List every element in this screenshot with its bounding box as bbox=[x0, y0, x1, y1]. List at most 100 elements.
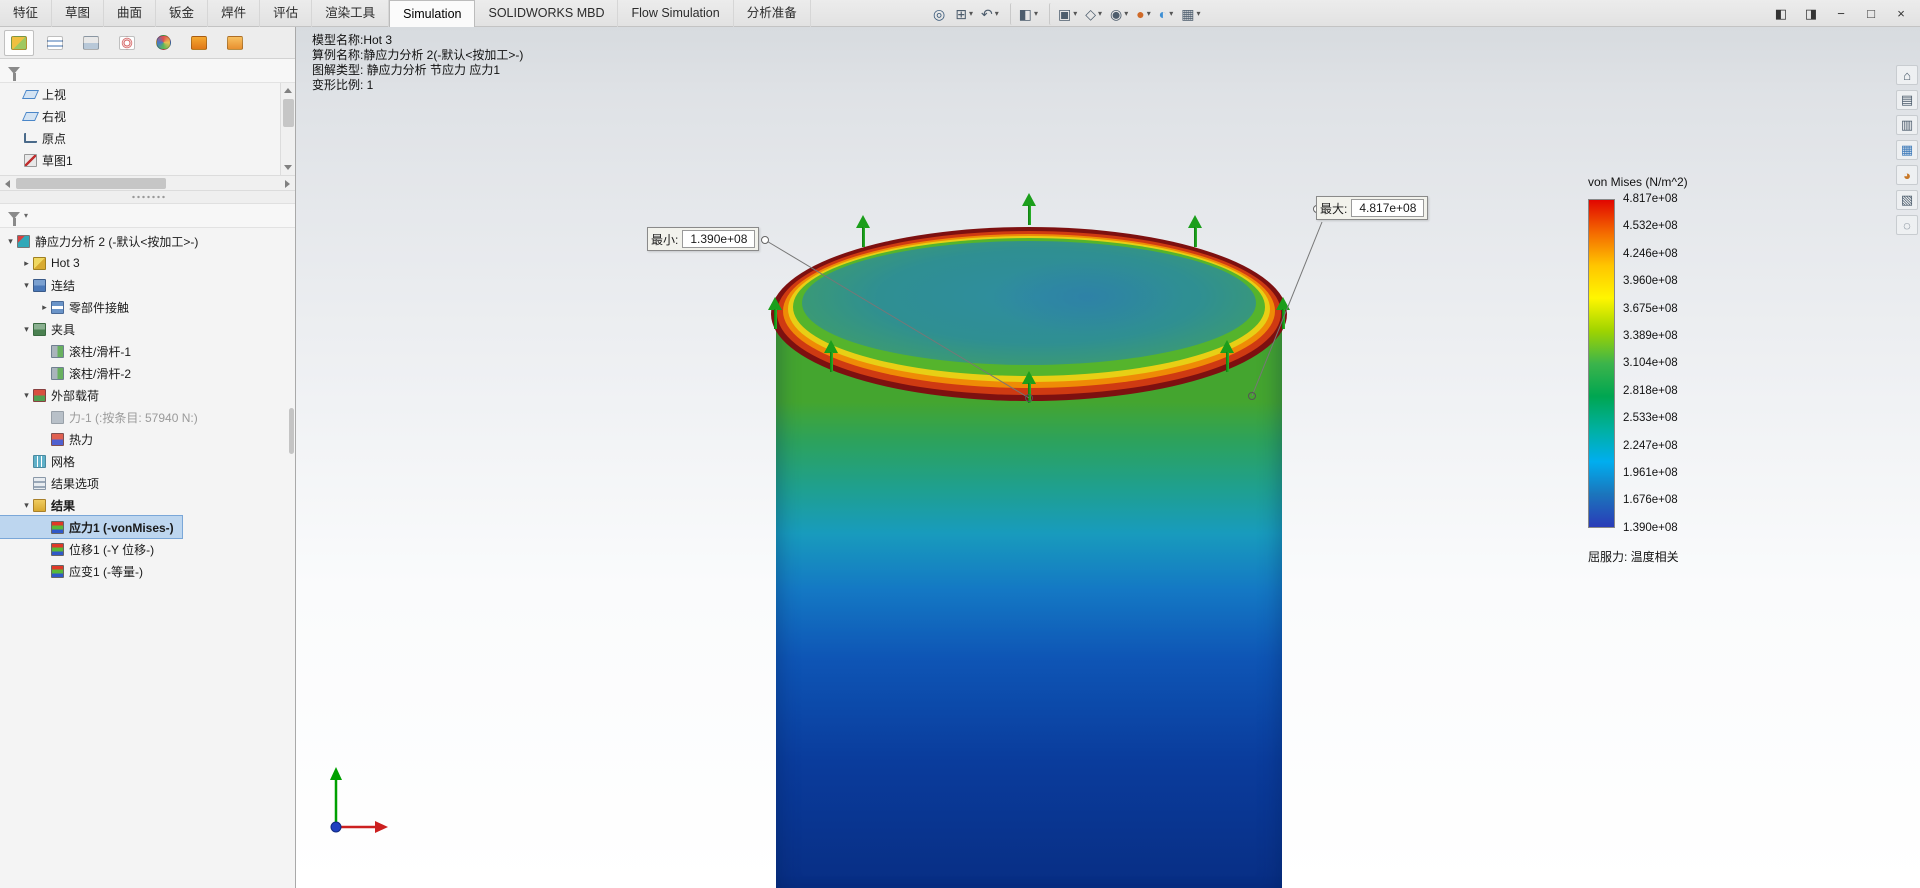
design-library-icon[interactable]: ▤ bbox=[1896, 90, 1918, 110]
menu-tab[interactable]: 曲面 bbox=[104, 0, 157, 27]
scroll-up-icon[interactable] bbox=[284, 88, 292, 93]
menu-tab-label: 评估 bbox=[273, 6, 299, 20]
tree-item[interactable]: ▾ 静应力分析 2 (-默认<按加工>-) bbox=[0, 230, 206, 252]
toolbar-button[interactable]: ◧ ▾ bbox=[1009, 2, 1041, 25]
dimxpertmanager-tab[interactable] bbox=[112, 30, 142, 56]
dropdown-caret-icon[interactable]: ▾ bbox=[995, 9, 999, 18]
tree-item[interactable]: ▾ 夹具 bbox=[0, 318, 83, 340]
tree-item[interactable]: 位移1 (-Y 位移-) bbox=[0, 538, 162, 560]
hscrollbar-thumb[interactable] bbox=[16, 178, 166, 189]
tree-item[interactable]: 力-1 (:按条目: 57940 N:) bbox=[0, 406, 206, 428]
load-arrow-icon bbox=[768, 297, 782, 329]
menu-tab[interactable]: Simulation bbox=[389, 0, 476, 27]
featuremanager-tab[interactable] bbox=[4, 29, 34, 56]
tree-item[interactable]: 滚柱/滑杆-1 bbox=[0, 340, 139, 362]
tree-item[interactable]: ▾ 结果 bbox=[0, 494, 83, 516]
menu-tab[interactable]: Flow Simulation bbox=[618, 0, 734, 27]
tree-item[interactable]: 网格 bbox=[0, 450, 83, 472]
tree-item[interactable]: 原点 bbox=[0, 127, 74, 149]
expand-collapse-icon[interactable]: ▾ bbox=[4, 236, 17, 247]
scroll-right-icon[interactable] bbox=[285, 180, 290, 188]
tree-item[interactable]: 应变1 (-等量-) bbox=[0, 560, 151, 582]
scrollbar-thumb[interactable] bbox=[283, 99, 294, 127]
expand-collapse-icon[interactable]: ▾ bbox=[20, 390, 33, 401]
expand-collapse-icon[interactable]: ▸ bbox=[20, 258, 33, 269]
scroll-left-icon[interactable] bbox=[5, 180, 10, 188]
dropdown-caret-icon[interactable]: ▾ bbox=[1147, 9, 1151, 18]
expand-collapse-icon[interactable]: ▾ bbox=[20, 280, 33, 291]
tree-item[interactable]: ▾ 连结 bbox=[0, 274, 83, 296]
study-tree-scrollbar-thumb[interactable] bbox=[289, 408, 294, 454]
dropdown-caret-icon[interactable]: ▾ bbox=[969, 9, 973, 18]
panel-splitter[interactable] bbox=[0, 191, 295, 204]
configurationmanager-tab[interactable] bbox=[76, 30, 106, 56]
tree-item[interactable]: 热力 bbox=[0, 428, 101, 450]
model-top-face[interactable] bbox=[802, 241, 1256, 365]
toolbar-button[interactable]: ◐ ▾ bbox=[1156, 3, 1176, 25]
task-pane-collapse-icon[interactable]: ◧ bbox=[1768, 3, 1794, 25]
toolbar-button[interactable]: ◉ ▾ bbox=[1107, 3, 1131, 25]
toolbar-button[interactable]: ▣ ▾ bbox=[1048, 2, 1080, 25]
feature-filter-row bbox=[0, 59, 295, 83]
study-filter-row: ▾ bbox=[0, 204, 295, 228]
tree-item[interactable]: 结果选项 bbox=[0, 472, 107, 494]
minimize-button[interactable]: − bbox=[1828, 3, 1854, 25]
filter-icon[interactable] bbox=[8, 212, 20, 226]
view-palette-icon[interactable]: ▦ bbox=[1896, 140, 1918, 160]
maximize-button[interactable]: □ bbox=[1858, 3, 1884, 25]
forum-icon[interactable]: ◌ bbox=[1896, 215, 1918, 235]
max-callout[interactable]: 最大: 4.817e+08 bbox=[1316, 196, 1429, 220]
tree-item[interactable]: ▸ 零部件接触 bbox=[0, 296, 137, 318]
menu-tab[interactable]: 分析准备 bbox=[734, 0, 811, 27]
simulation-study-tab[interactable] bbox=[184, 30, 214, 56]
resources-icon[interactable]: ⌂ bbox=[1896, 65, 1918, 85]
feature-tree-hscrollbar[interactable] bbox=[0, 175, 295, 191]
menu-tab[interactable]: SOLIDWORKS MBD bbox=[475, 0, 619, 27]
menu-tab-label: 曲面 bbox=[117, 6, 143, 20]
appearances-scenes-icon[interactable]: ◕ bbox=[1896, 165, 1918, 185]
toolbar-button[interactable]: ▦ ▾ bbox=[1178, 3, 1203, 25]
toolbar-button[interactable]: ↶ ▾ bbox=[978, 3, 1002, 25]
custom-properties-icon[interactable]: ▧ bbox=[1896, 190, 1918, 210]
tree-item-label: 应变1 (-等量-) bbox=[69, 564, 143, 579]
displaymanager-tab[interactable] bbox=[148, 30, 178, 56]
feature-tree-scrollbar[interactable] bbox=[280, 83, 295, 175]
filter-icon[interactable] bbox=[8, 67, 20, 81]
scroll-down-icon[interactable] bbox=[284, 165, 292, 170]
graphics-area[interactable]: 模型名称:Hot 3 算例名称:静应力分析 2(-默认<按加工>-) 图解类型: 静… bbox=[296, 27, 1920, 888]
tree-item[interactable]: 上视 bbox=[0, 83, 74, 105]
menu-tab[interactable]: 草图 bbox=[52, 0, 105, 27]
menu-tab[interactable]: 特征 bbox=[0, 0, 53, 27]
min-callout[interactable]: 最小: 1.390e+08 bbox=[647, 227, 760, 251]
toolbar-button[interactable]: ● ▾ bbox=[1133, 3, 1153, 25]
propertymanager-tab[interactable] bbox=[40, 30, 70, 56]
expand-collapse-icon[interactable]: ▾ bbox=[20, 500, 33, 511]
expand-collapse-icon[interactable]: ▾ bbox=[20, 324, 33, 335]
dropdown-caret-icon[interactable]: ▾ bbox=[1124, 9, 1128, 18]
toolbar-button[interactable]: ◇ ▾ bbox=[1082, 3, 1105, 25]
expand-collapse-icon[interactable]: ▸ bbox=[38, 302, 51, 313]
tree-item[interactable]: ▸ Hot 3 bbox=[0, 252, 88, 274]
tree-item[interactable]: 应力1 (-vonMises-) bbox=[0, 515, 183, 539]
menu-tab[interactable]: 渲染工具 bbox=[312, 0, 390, 27]
tree-item[interactable]: ▾ 外部载荷 bbox=[0, 384, 107, 406]
motion-study-tab[interactable] bbox=[220, 30, 250, 56]
menu-tab[interactable]: 评估 bbox=[260, 0, 313, 27]
close-button[interactable]: × bbox=[1888, 3, 1914, 25]
menu-tab-label: 焊件 bbox=[221, 6, 247, 20]
file-explorer-icon[interactable]: ▥ bbox=[1896, 115, 1918, 135]
tree-item[interactable]: 草图1 bbox=[0, 149, 81, 171]
tree-item[interactable]: 滚柱/滑杆-2 bbox=[0, 362, 139, 384]
dropdown-caret-icon[interactable]: ▾ bbox=[1034, 9, 1038, 18]
dropdown-caret-icon[interactable]: ▾ bbox=[1196, 9, 1200, 18]
task-pane-expand-icon[interactable]: ◨ bbox=[1798, 3, 1824, 25]
dropdown-caret-icon[interactable]: ▾ bbox=[1169, 9, 1173, 18]
menu-tab[interactable]: 焊件 bbox=[208, 0, 261, 27]
tree-item[interactable]: 右视 bbox=[0, 105, 74, 127]
toolbar-button[interactable]: ◎ bbox=[930, 3, 950, 25]
dropdown-caret-icon[interactable]: ▾ bbox=[1073, 9, 1077, 18]
toolbar-button[interactable]: ⊞ ▾ bbox=[952, 3, 976, 25]
filter-caret-icon[interactable]: ▾ bbox=[24, 211, 28, 220]
dropdown-caret-icon[interactable]: ▾ bbox=[1098, 9, 1102, 18]
menu-tab[interactable]: 钣金 bbox=[156, 0, 209, 27]
